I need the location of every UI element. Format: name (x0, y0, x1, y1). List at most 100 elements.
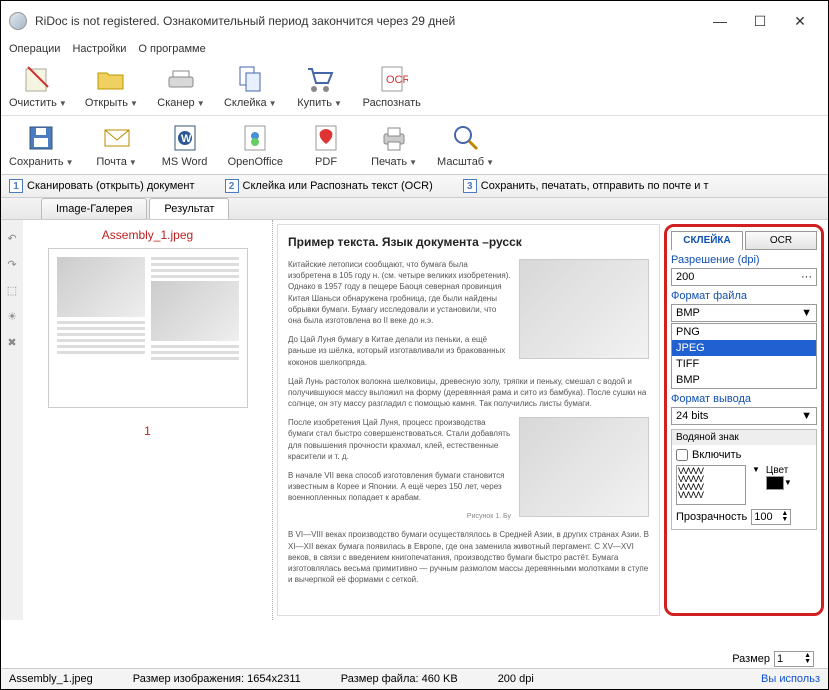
scanner-icon (165, 63, 197, 95)
format-dropdown: PNG JPEG TIFF BMP (671, 323, 817, 389)
openoffice-button[interactable]: OpenOffice (228, 122, 283, 168)
buy-button[interactable]: Купить▼ (295, 63, 345, 109)
svg-text:OCR: OCR (386, 74, 408, 86)
word-icon: W (169, 122, 201, 154)
scanner-button[interactable]: Сканер▼ (156, 63, 206, 109)
preview-paragraph: В VI—VIII веках производство бумаги осущ… (288, 529, 649, 585)
preview-figure (519, 259, 649, 359)
document-preview[interactable]: Пример текста. Язык документа –русск Кит… (277, 224, 660, 616)
step-3[interactable]: 3Сохранить, печатать, отправить по почте… (463, 179, 709, 193)
clear-button[interactable]: Очистить▼ (9, 63, 67, 109)
workspace: ↶ ↷ ⬚ ☀ ✖ Assembly_1.jpeg 1 Пример текст… (1, 220, 828, 620)
preview-figure (519, 417, 649, 517)
step-1[interactable]: 1Сканировать (открыть) документ (9, 179, 195, 193)
glue-icon (234, 63, 266, 95)
side-panel: СКЛЕЙКА OCR Разрешение (dpi) 200··· Форм… (664, 224, 824, 616)
tab-gallery[interactable]: Image-Галерея (41, 198, 147, 219)
step-bar: 1Сканировать (открыть) документ 2Склейка… (1, 175, 828, 198)
watermark-header: Водяной знак (672, 430, 816, 445)
delete-icon[interactable]: ✖ (4, 334, 20, 350)
opacity-label: Прозрачность (676, 511, 747, 523)
pdf-label: PDF (315, 156, 337, 168)
open-label: Открыть (85, 97, 128, 109)
titlebar: RiDoc is not registered. Ознакомительный… (1, 1, 828, 41)
output-select[interactable]: 24 bits▼ (671, 407, 817, 425)
rotate-right-icon[interactable]: ↷ (4, 256, 20, 272)
status-dpi: 200 dpi (498, 673, 534, 685)
step-2[interactable]: 2Склейка или Распознать текст (OCR) (225, 179, 433, 193)
window-title: RiDoc is not registered. Ознакомительный… (35, 14, 700, 28)
format-option-bmp[interactable]: BMP (672, 372, 816, 388)
ocr-icon: OCR (376, 63, 408, 95)
zoom-button[interactable]: Масштаб▼ (437, 122, 494, 168)
menu-about[interactable]: О программе (138, 43, 205, 55)
word-button[interactable]: W MS Word (160, 122, 210, 168)
menu-operations[interactable]: Операции (9, 43, 60, 55)
toolbar-secondary: Сохранить▼ Почта▼ W MS Word OpenOffice P… (1, 116, 828, 175)
mail-label: Почта (96, 156, 127, 168)
print-button[interactable]: Печать▼ (369, 122, 419, 168)
format-option-tiff[interactable]: TIFF (672, 356, 816, 372)
pdf-button[interactable]: PDF (301, 122, 351, 168)
left-toolbar: ↶ ↷ ⬚ ☀ ✖ (1, 220, 23, 620)
watermark-enable-checkbox[interactable]: Включить (676, 449, 812, 461)
panel-tab-ocr[interactable]: OCR (745, 231, 817, 250)
preview-heading: Пример текста. Язык документа –русск (288, 235, 649, 249)
glue-button[interactable]: Склейка▼ (224, 63, 277, 109)
mail-button[interactable]: Почта▼ (92, 122, 142, 168)
format-option-jpeg[interactable]: JPEG (672, 340, 816, 356)
openoffice-label: OpenOffice (228, 156, 283, 168)
output-label: Формат вывода (671, 393, 817, 405)
status-link[interactable]: Вы использ (761, 673, 820, 685)
ocr-label: Распознать (363, 97, 421, 109)
menubar: Операции Настройки О программе (1, 41, 828, 57)
print-icon (378, 122, 410, 154)
panel-tabs: СКЛЕЙКА OCR (671, 231, 817, 250)
app-icon (9, 12, 27, 30)
thumbnail-column: Assembly_1.jpeg 1 (23, 220, 273, 620)
size-label: Размер (732, 653, 770, 665)
status-dimensions: Размер изображения: 1654х2311 (133, 673, 301, 685)
open-button[interactable]: Открыть▼ (85, 63, 138, 109)
status-filename: Assembly_1.jpeg (9, 673, 93, 685)
clear-label: Очистить (9, 97, 57, 109)
format-option-png[interactable]: PNG (672, 324, 816, 340)
close-button[interactable]: ✕ (780, 7, 820, 35)
opacity-spinner[interactable]: 100▲▼ (751, 509, 791, 525)
toolbar-primary: Очистить▼ Открыть▼ Сканер▼ Склейка▼ Купи… (1, 57, 828, 116)
thumbnail-filename: Assembly_1.jpeg (31, 228, 264, 242)
brightness-icon[interactable]: ☀ (4, 308, 20, 324)
minimize-button[interactable]: — (700, 7, 740, 35)
save-label: Сохранить (9, 156, 64, 168)
maximize-button[interactable]: ☐ (740, 7, 780, 35)
rotate-left-icon[interactable]: ↶ (4, 230, 20, 246)
panel-tab-glue[interactable]: СКЛЕЙКА (671, 231, 743, 250)
thumbnail[interactable] (48, 248, 248, 408)
svg-text:W: W (181, 133, 192, 145)
zoom-icon (450, 122, 482, 154)
menu-settings[interactable]: Настройки (72, 43, 126, 55)
pdf-icon (310, 122, 342, 154)
glue-label: Склейка (224, 97, 267, 109)
status-bar: Assembly_1.jpeg Размер изображения: 1654… (1, 668, 828, 689)
format-label: Формат файла (671, 290, 817, 302)
buy-label: Купить (297, 97, 332, 109)
color-label: Цвет (766, 465, 792, 476)
resolution-label: Разрешение (dpi) (671, 254, 817, 266)
ocr-button[interactable]: OCR Распознать (363, 63, 421, 109)
crop-icon[interactable]: ⬚ (4, 282, 20, 298)
page-number: 1 (31, 424, 264, 438)
size-spinner[interactable]: 1▲▼ (774, 651, 814, 667)
tab-result[interactable]: Результат (149, 198, 229, 219)
resolution-input[interactable]: 200··· (671, 268, 817, 286)
status-filesize: Размер файла: 460 KB (341, 673, 458, 685)
zoom-label: Масштаб (437, 156, 484, 168)
scanner-label: Сканер (157, 97, 194, 109)
format-select[interactable]: BMP▼ (671, 304, 817, 322)
size-row: Размер 1▲▼ (732, 651, 814, 667)
watermark-pattern[interactable]: VVVVVVVVVVVVVVVVVVVV (676, 465, 746, 505)
save-button[interactable]: Сохранить▼ (9, 122, 74, 168)
color-picker[interactable] (766, 476, 784, 490)
workspace-tabs: Image-Галерея Результат (1, 198, 828, 220)
word-label: MS Word (162, 156, 208, 168)
